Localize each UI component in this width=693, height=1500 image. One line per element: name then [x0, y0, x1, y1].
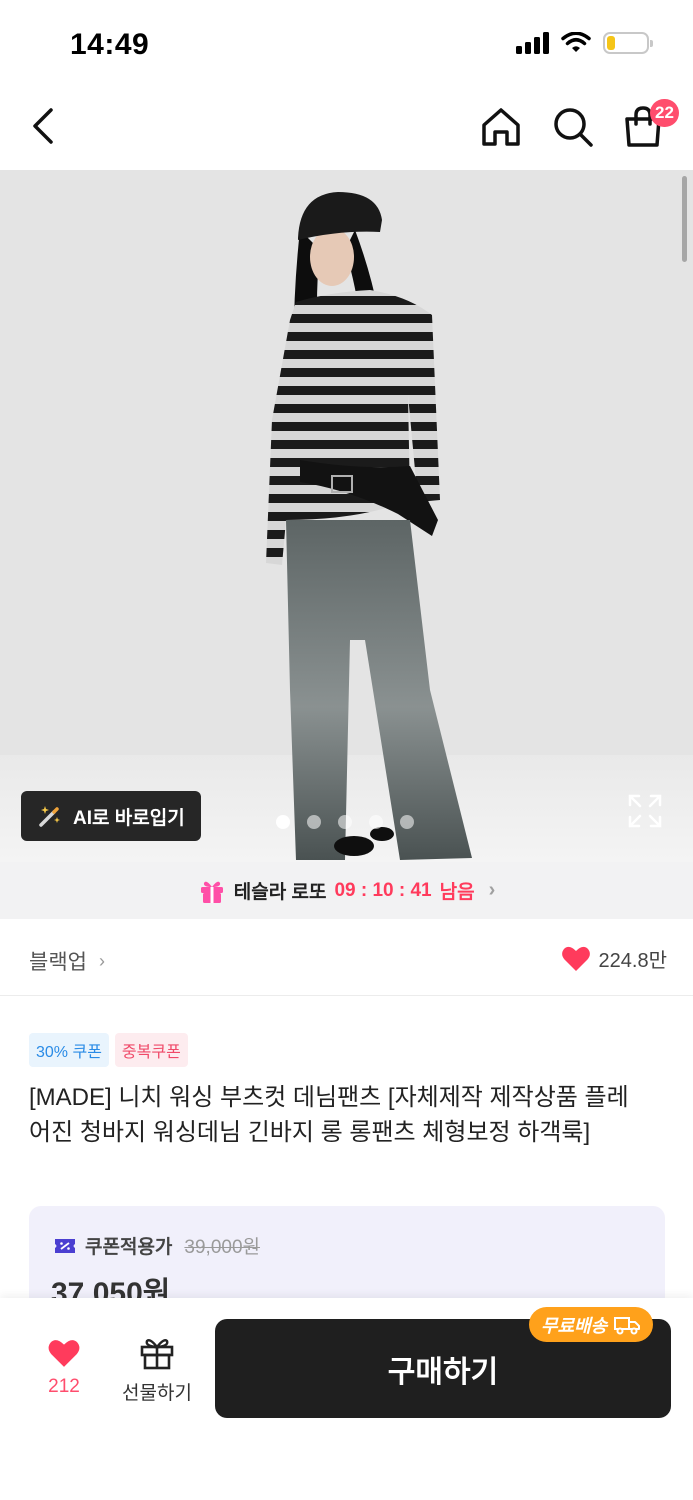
promo-timer-label: 테슬라 로또	[233, 882, 327, 903]
nav-bar	[0, 90, 693, 170]
magic-wand-icon	[39, 806, 60, 827]
heart-icon	[561, 946, 590, 971]
promo-timer-suffix: 남음	[439, 882, 475, 903]
bottom-action-bar: 212 선물하기 구매하기 무료배송	[0, 1298, 693, 1500]
promo-timer-banner[interactable]: 테슬라 로또 09 : 10 : 41 남음 ›	[0, 862, 693, 919]
carousel-dot[interactable]	[338, 815, 352, 829]
ai-try-on-label: AI로 바로입기	[73, 807, 185, 829]
product-title: [MADE] 니치 워싱 부츠컷 데님팬츠 [자체제작 제작상품 플레어진 청바…	[29, 1084, 629, 1146]
gift-button[interactable]: 선물하기	[118, 1336, 196, 1405]
scroll-indicator	[682, 176, 687, 262]
brand-link[interactable]: 블랙업 ›	[29, 946, 105, 976]
free-shipping-label: 무료배송	[541, 1315, 608, 1336]
product-image-carousel[interactable]: AI로 바로입기	[0, 170, 693, 862]
brand-name: 블랙업	[29, 951, 87, 974]
free-shipping-badge: 무료배송	[529, 1307, 654, 1342]
carousel-dot[interactable]	[400, 815, 414, 829]
chevron-right-icon: ›	[488, 879, 496, 901]
product-photo	[0, 170, 693, 862]
carousel-dot[interactable]	[369, 815, 383, 829]
brand-row: 블랙업 › 224.8만	[0, 919, 693, 996]
back-icon[interactable]	[24, 104, 64, 148]
chevron-right-icon: ›	[98, 950, 105, 971]
carousel-dots	[276, 815, 414, 829]
coupon-price-row: 쿠폰적용가 39,000원	[53, 1232, 260, 1259]
original-price: 39,000원	[184, 1237, 260, 1258]
coupon-badge: 30% 쿠폰	[29, 1033, 109, 1067]
gift-label: 선물하기	[122, 1383, 192, 1404]
home-icon[interactable]	[478, 104, 524, 150]
gift-icon	[200, 881, 223, 903]
product-badges: 30% 쿠폰 중복쿠폰	[29, 1033, 188, 1067]
status-bar: 14:49	[0, 0, 693, 90]
carousel-dot[interactable]	[276, 815, 290, 829]
status-icons	[516, 32, 653, 54]
fullscreen-expand-icon[interactable]	[627, 793, 663, 829]
status-time: 14:49	[70, 28, 150, 61]
gift-box-icon	[140, 1339, 174, 1370]
delivery-truck-icon	[614, 1316, 641, 1334]
coupon-price-label: 쿠폰적용가	[85, 1237, 173, 1258]
cart-count-badge: 22	[650, 99, 679, 127]
wifi-icon	[561, 32, 591, 52]
battery-icon	[603, 32, 653, 54]
brand-likes-count: 224.8만	[598, 950, 667, 972]
duplicate-coupon-badge: 중복쿠폰	[114, 1033, 188, 1067]
coupon-icon	[55, 1238, 75, 1253]
wishlist-count: 212	[48, 1376, 80, 1397]
heart-icon	[48, 1340, 80, 1367]
cellular-signal-icon	[516, 32, 549, 54]
search-icon[interactable]	[550, 104, 596, 150]
carousel-dot[interactable]	[307, 815, 321, 829]
wishlist-button[interactable]: 212	[38, 1338, 90, 1398]
ai-try-on-button[interactable]: AI로 바로입기	[21, 791, 201, 841]
promo-timer-countdown: 09 : 10 : 41	[334, 879, 432, 901]
brand-likes[interactable]: 224.8만	[561, 944, 667, 973]
